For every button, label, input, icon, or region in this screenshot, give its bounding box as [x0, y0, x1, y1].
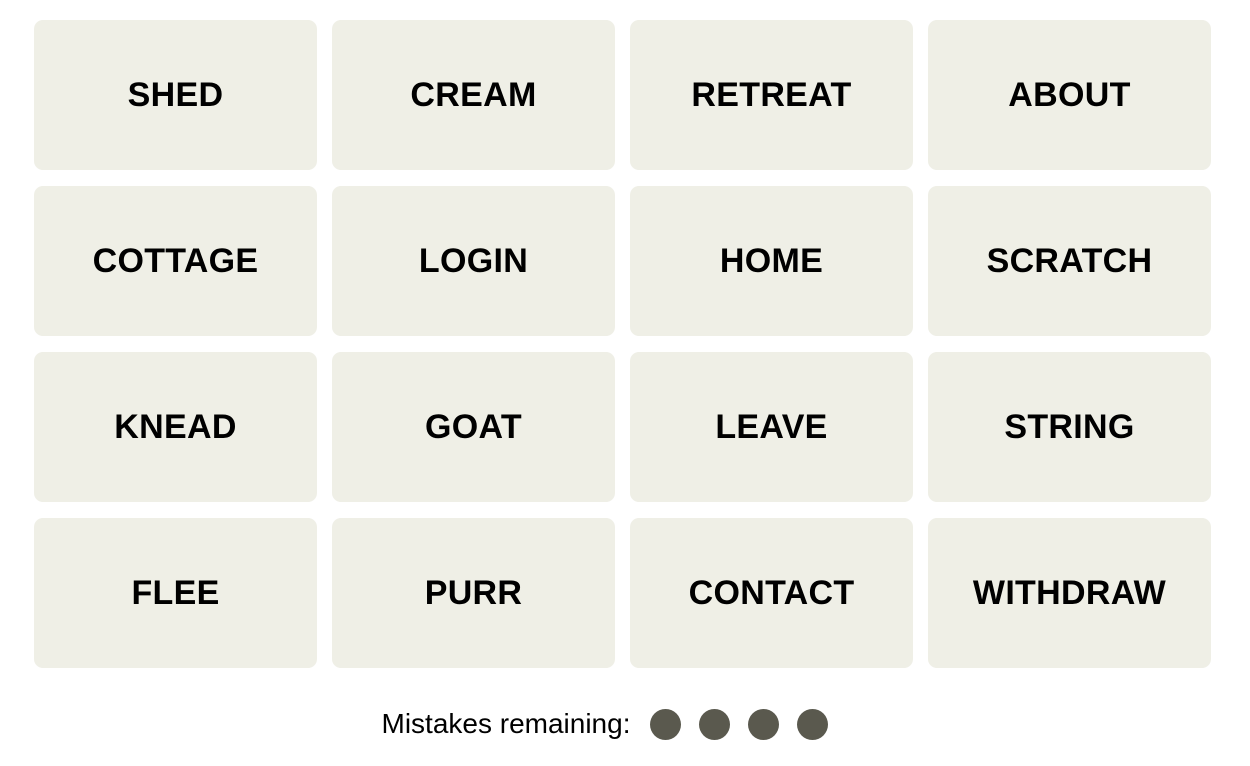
word-tile-contact[interactable]: CONTACT	[630, 518, 913, 668]
mistake-dot-icon	[650, 708, 682, 740]
word-tile-login[interactable]: LOGIN	[332, 186, 615, 336]
word-grid: SHED CREAM RETREAT ABOUT COTTAGE LOGIN HOME SCR…	[34, 20, 1211, 668]
word-tile-withdraw[interactable]: WITHDRAW	[928, 518, 1211, 668]
word-tile-purr[interactable]: PURR	[332, 518, 615, 668]
word-tile-string[interactable]: STRING	[928, 352, 1211, 502]
word-tile-cottage[interactable]: COTTAGE	[34, 186, 317, 336]
word-tile-cream[interactable]: CREAM	[332, 20, 615, 170]
mistake-dots	[650, 708, 846, 740]
mistake-dot-icon	[699, 708, 731, 740]
word-tile-shed[interactable]: SHED	[34, 20, 317, 170]
word-tile-goat[interactable]: GOAT	[332, 352, 615, 502]
mistakes-remaining: Mistakes remaining:	[0, 708, 1250, 740]
word-tile-flee[interactable]: FLEE	[34, 518, 317, 668]
word-tile-retreat[interactable]: RETREAT	[630, 20, 913, 170]
mistake-dot-icon	[797, 708, 829, 740]
word-tile-knead[interactable]: KNEAD	[34, 352, 317, 502]
mistakes-label: Mistakes remaining:	[381, 708, 631, 739]
word-tile-scratch[interactable]: SCRATCH	[928, 186, 1211, 336]
word-tile-leave[interactable]: LEAVE	[630, 352, 913, 502]
word-tile-about[interactable]: ABOUT	[928, 20, 1211, 170]
mistake-dot-icon	[748, 708, 780, 740]
word-tile-home[interactable]: HOME	[630, 186, 913, 336]
